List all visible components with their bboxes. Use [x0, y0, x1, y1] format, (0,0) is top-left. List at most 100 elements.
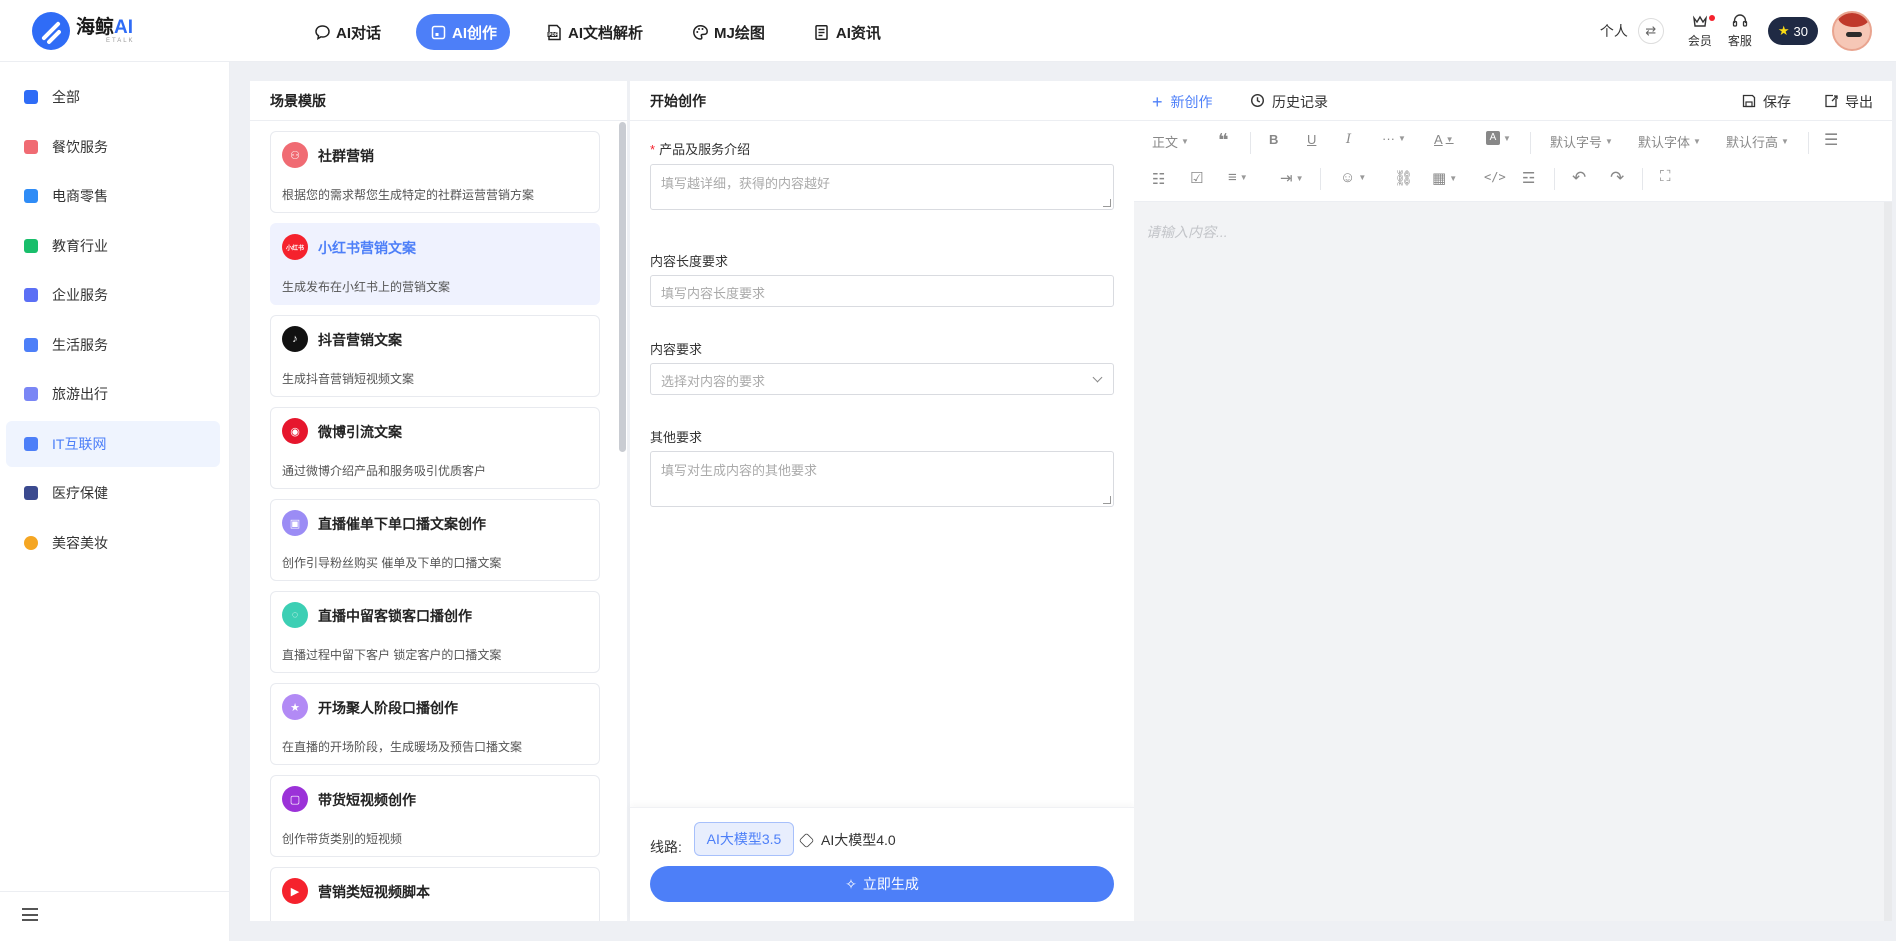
template-card[interactable]: ◉ 微博引流文案 通过微博介绍产品和服务吸引优质客户 [270, 407, 600, 489]
svg-text:PDF: PDF [548, 32, 558, 37]
menu-icon[interactable] [22, 908, 38, 921]
intro-textarea[interactable]: 填写越详细，获得的内容越好 [650, 164, 1114, 210]
export-icon [1824, 94, 1838, 111]
new-creation-button[interactable]: + 新创作 [1152, 92, 1213, 112]
points-badge[interactable]: ★ 30 [1767, 17, 1818, 45]
template-card[interactable]: ▢ 带货短视频创作 创作带货类别的短视频 [270, 775, 600, 857]
sidebar-item-label: 电商零售 [52, 188, 108, 204]
nav-ai-doc[interactable]: PDF AI文档解析 [532, 14, 656, 50]
sidebar-item[interactable]: 旅游出行 [6, 371, 220, 417]
template-description: 通过微博介绍产品和服务吸引优质客户 [282, 464, 487, 478]
service-button[interactable]: 客服 [1728, 13, 1752, 49]
nav-ai-news[interactable]: AI资讯 [800, 14, 894, 50]
checklist-icon[interactable]: ☑ [1190, 169, 1203, 187]
nav-label: MJ绘图 [714, 24, 765, 42]
nav-ai-create[interactable]: AI创作 [416, 14, 511, 50]
requirement-select[interactable]: 选择对内容的要求 [650, 363, 1114, 395]
generate-button[interactable]: ✧ 立即生成 [650, 866, 1114, 902]
template-card[interactable]: ▶ 营销类短视频脚本 [270, 867, 600, 921]
sidebar-item[interactable]: 餐饮服务 [6, 124, 220, 170]
logo-subtitle: ETALK [106, 38, 135, 44]
template-card[interactable]: 小红书 小红书营销文案 生成发布在小红书上的营销文案 [270, 223, 600, 305]
history-button[interactable]: 历史记录 [1250, 92, 1328, 112]
italic-icon[interactable]: I [1346, 132, 1351, 147]
undo-icon[interactable]: ↶ [1572, 168, 1586, 188]
notification-dot [1708, 15, 1715, 21]
indent-icon[interactable]: ⇥ ▼ [1280, 169, 1304, 187]
model-option-3-5[interactable]: AI大模型3.5 [694, 822, 794, 856]
font-size-select[interactable]: 默认字号 ▼ [1550, 132, 1613, 151]
editor-scrollbar[interactable] [1884, 202, 1892, 921]
template-card[interactable]: ⚇ 社群营销 根据您的需求帮您生成特定的社群运营营销方案 [270, 131, 600, 213]
fullscreen-icon[interactable]: ⛶ [1660, 168, 1671, 185]
template-description: 创作带货类别的短视频 [282, 832, 403, 846]
link-icon[interactable]: ⛓ [1394, 169, 1413, 187]
font-color-icon[interactable]: A ▼ [1434, 132, 1454, 147]
template-card[interactable]: ◌ 直播中留客锁客口播创作 直播过程中留下客户 锁定客户的口播文案 [270, 591, 600, 673]
more-format-icon[interactable]: ··· ▼ [1382, 131, 1406, 146]
sidebar-item[interactable]: IT互联网 [6, 420, 220, 467]
vip-button[interactable]: 会员 [1688, 13, 1715, 49]
template-card[interactable]: ♪ 抖音营销文案 生成抖音营销短视频文案 [270, 315, 600, 397]
bullet-list-icon[interactable]: ☰ [1824, 130, 1838, 150]
logo[interactable]: 海鲸AI ETALK [32, 12, 135, 50]
sidebar-item[interactable]: 电商零售 [6, 173, 220, 219]
sidebar-item[interactable]: 美容美妆 [6, 520, 220, 566]
nav-mj-draw[interactable]: MJ绘图 [678, 14, 778, 50]
editor-content[interactable]: 请输入内容... [1134, 202, 1892, 921]
news-icon [813, 23, 831, 41]
length-label: 内容长度要求 [650, 254, 729, 269]
resize-handle-icon[interactable] [1103, 496, 1111, 504]
swap-icon[interactable]: ⇄ [1637, 18, 1664, 44]
align-icon[interactable]: ≡ ▼ [1228, 169, 1248, 186]
length-input[interactable]: 填写内容长度要求 [650, 275, 1114, 307]
template-scrollbar[interactable] [619, 122, 626, 452]
table-icon[interactable]: ▦ ▼ [1432, 169, 1457, 187]
sidebar-item-label: 生活服务 [52, 336, 108, 353]
template-card[interactable]: ▣ 直播催单下单口播文案创作 创作引导粉丝购买 催单及下单的口播文案 [270, 499, 600, 581]
brush-icon [24, 337, 38, 352]
template-card[interactable]: ★ 开场聚人阶段口播创作 在直播的开场阶段，生成暖场及预告口播文案 [270, 683, 600, 765]
sidebar-item[interactable]: 全部 [6, 74, 220, 120]
service-label: 客服 [1727, 34, 1752, 48]
quote-icon[interactable]: ❝ [1218, 130, 1229, 151]
template-title: 直播催单下单口播文案创作 [318, 516, 486, 532]
sidebar-item[interactable]: 教育行业 [6, 223, 220, 269]
export-button[interactable]: 导出 [1824, 92, 1873, 112]
other-textarea[interactable]: 填写对生成内容的其他要求 [650, 451, 1114, 507]
group-icon: ⚇ [282, 142, 308, 168]
model-option-4-0[interactable]: AI大模型4.0 [798, 830, 896, 850]
route-label: 线路: [650, 839, 682, 855]
emoji-icon[interactable]: ☺ ▼ [1340, 169, 1366, 186]
mountain-icon [24, 387, 38, 401]
bold-icon[interactable]: B [1269, 132, 1278, 147]
chat-bubble-icon: ◌ [282, 602, 308, 628]
editor-panel: + 新创作 历史记录 保存 导出 正文 ▼ ❝ B U I ··· ▼ A ▼ A ▼ … [1134, 81, 1892, 921]
underline-icon[interactable]: U [1307, 132, 1316, 147]
pdf-icon: PDF [545, 23, 563, 41]
sidebar-item[interactable]: 企业服务 [6, 272, 220, 318]
font-family-select[interactable]: 默认字体 ▼ [1638, 132, 1701, 151]
avatar[interactable] [1832, 11, 1872, 51]
editor-placeholder: 请输入内容... [1146, 224, 1228, 240]
divider-icon[interactable]: ☲ [1522, 169, 1535, 187]
sidebar-item-label: 旅游出行 [52, 386, 108, 402]
nav-ai-chat[interactable]: AI对话 [300, 14, 394, 50]
resize-handle-icon[interactable] [1103, 199, 1111, 207]
numbered-list-icon[interactable]: ☷ [1152, 170, 1165, 188]
templates-panel: 场景模版 ⚇ 社群营销 根据您的需求帮您生成特定的社群运营营销方案 小红书 小红书营销文… [250, 81, 627, 921]
template-list: ⚇ 社群营销 根据您的需求帮您生成特定的社群运营营销方案 小红书 小红书营销文案 生成发布… [270, 131, 600, 921]
sidebar-item[interactable]: 生活服务 [6, 322, 220, 368]
save-button[interactable]: 保存 [1742, 92, 1791, 112]
templates-title: 场景模版 [250, 81, 627, 121]
redo-icon[interactable]: ↷ [1610, 168, 1624, 188]
sidebar-item[interactable]: 医疗保健 [6, 470, 220, 516]
plus-icon: + [1152, 92, 1163, 112]
line-height-select[interactable]: 默认行高 ▼ [1726, 132, 1789, 151]
heading-select[interactable]: 正文 ▼ [1152, 132, 1189, 151]
model-icon [798, 832, 815, 848]
code-icon[interactable]: </> [1484, 170, 1506, 184]
background-color-icon[interactable]: A ▼ [1486, 131, 1511, 145]
crown-icon [1691, 13, 1709, 32]
personal-label[interactable]: 个人 [1600, 21, 1628, 41]
